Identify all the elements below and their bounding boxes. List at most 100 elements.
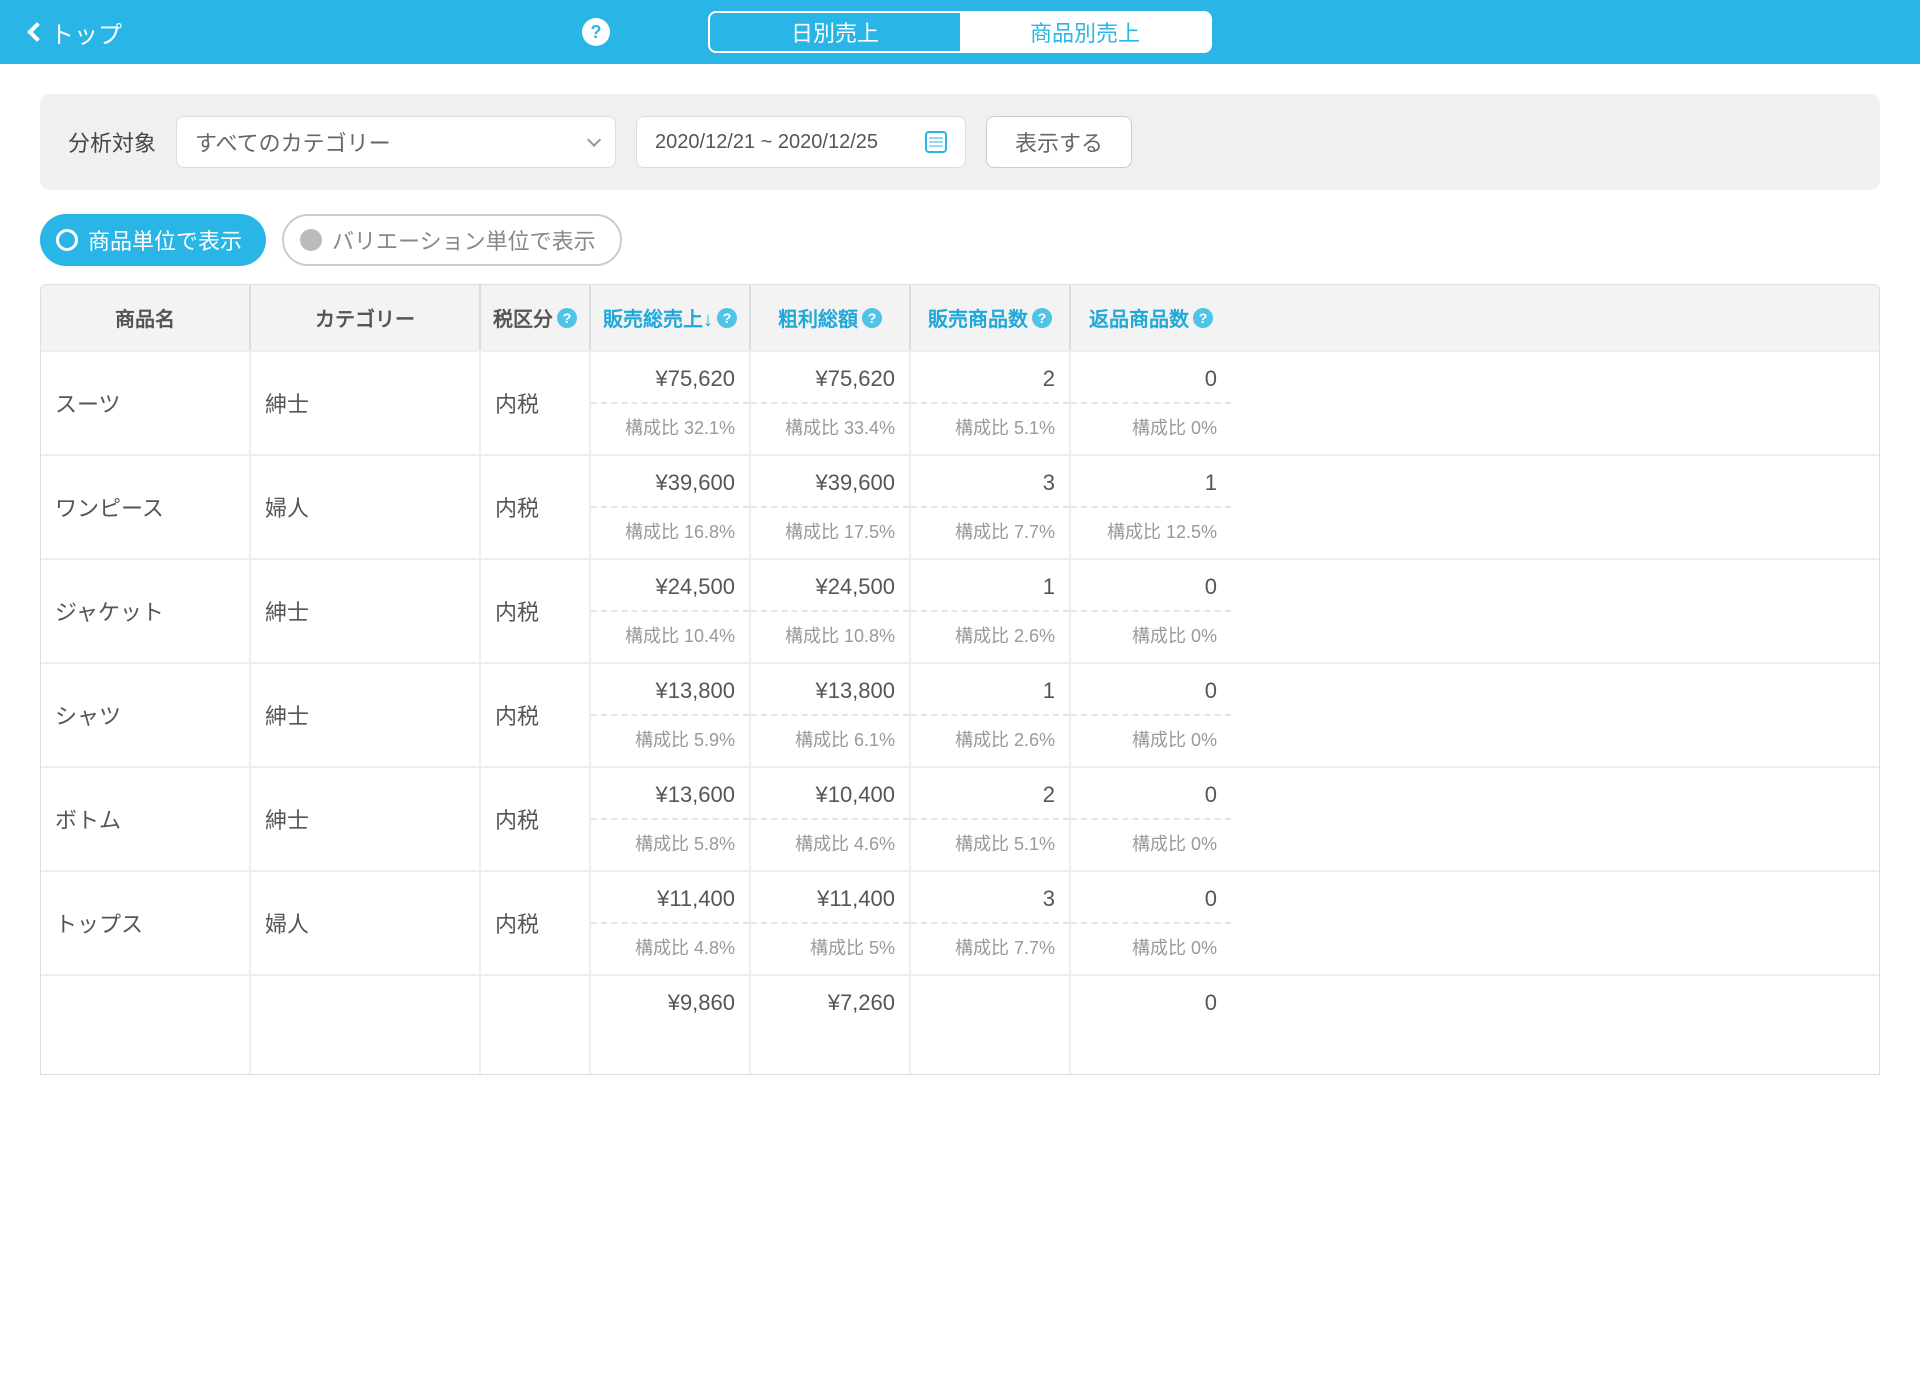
metric-ratio: 構成比 5.1% xyxy=(911,402,1069,454)
table-cell: ¥13,600構成比 5.8% xyxy=(591,768,751,870)
col-return-qty[interactable]: 返品商品数 ? xyxy=(1071,285,1231,350)
metric-ratio: 構成比 33.4% xyxy=(751,402,909,454)
table-cell: 内税 xyxy=(481,872,591,974)
metric-ratio: 構成比 12.5% xyxy=(1071,506,1231,558)
table-cell: ジャケット xyxy=(41,560,251,662)
sales-table: 商品名 カテゴリー 税区分 ? 販売総売上↓ ? 粗利総額 ? 販売商品数 ? … xyxy=(40,284,1880,1075)
table-cell xyxy=(41,976,251,1074)
table-cell: 1構成比 2.6% xyxy=(911,664,1071,766)
table-cell: 0構成比 0% xyxy=(1071,872,1231,974)
filter-label: 分析対象 xyxy=(68,126,156,158)
metric-value: 0 xyxy=(1071,768,1231,818)
toggle-by-product[interactable]: 商品単位で表示 xyxy=(40,214,266,266)
table-cell: 2構成比 5.1% xyxy=(911,768,1071,870)
col-total-sales[interactable]: 販売総売上↓ ? xyxy=(591,285,751,350)
help-icon[interactable]: ? xyxy=(582,18,610,46)
metric-value: ¥7,260 xyxy=(751,976,909,1026)
metric-value: ¥24,500 xyxy=(591,560,749,610)
date-range-value: 2020/12/21 ~ 2020/12/25 xyxy=(655,131,878,154)
table-cell: 3構成比 7.7% xyxy=(911,456,1071,558)
metric-value: ¥11,400 xyxy=(591,872,749,922)
table-cell: 0構成比 0% xyxy=(1071,352,1231,454)
table-cell: ¥7,260 xyxy=(751,976,911,1074)
help-icon[interactable]: ? xyxy=(1193,308,1213,328)
table-cell: 内税 xyxy=(481,768,591,870)
metric-ratio: 構成比 5.9% xyxy=(591,714,749,766)
back-button[interactable]: トップ xyxy=(30,15,122,50)
metric-value: ¥75,620 xyxy=(591,352,749,402)
metric-value: 0 xyxy=(1071,872,1231,922)
help-icon[interactable]: ? xyxy=(557,308,577,328)
col-gross-profit[interactable]: 粗利総額 ? xyxy=(751,285,911,350)
table-cell: 紳士 xyxy=(251,768,481,870)
table-cell: ¥11,400構成比 4.8% xyxy=(591,872,751,974)
table-cell: ¥39,600構成比 16.8% xyxy=(591,456,751,558)
metric-ratio: 構成比 0% xyxy=(1071,610,1231,662)
metric-value: ¥39,600 xyxy=(591,456,749,506)
table-cell: 0構成比 0% xyxy=(1071,664,1231,766)
metric-value: 0 xyxy=(1071,976,1231,1026)
metric-ratio: 構成比 4.8% xyxy=(591,922,749,974)
table-body: スーツ紳士内税¥75,620構成比 32.1%¥75,620構成比 33.4%2… xyxy=(41,350,1879,1074)
help-icon[interactable]: ? xyxy=(862,308,882,328)
table-row: ワンピース婦人内税¥39,600構成比 16.8%¥39,600構成比 17.5… xyxy=(41,454,1879,558)
table-cell: ワンピース xyxy=(41,456,251,558)
metric-ratio: 構成比 6.1% xyxy=(751,714,909,766)
toggle-by-variation-label: バリエーション単位で表示 xyxy=(332,224,596,256)
metric-value xyxy=(911,976,1069,1000)
metric-ratio: 構成比 0% xyxy=(1071,714,1231,766)
metric-ratio: 構成比 5.8% xyxy=(591,818,749,870)
metric-ratio: 構成比 4.6% xyxy=(751,818,909,870)
table-cell: 0構成比 0% xyxy=(1071,560,1231,662)
table-cell: 内税 xyxy=(481,456,591,558)
table-cell: 婦人 xyxy=(251,872,481,974)
help-icon[interactable]: ? xyxy=(1032,308,1052,328)
back-label: トップ xyxy=(50,15,122,50)
metric-value: 0 xyxy=(1071,560,1231,610)
metric-value: ¥75,620 xyxy=(751,352,909,402)
table-cell: 0構成比 0% xyxy=(1071,768,1231,870)
table-cell: ¥13,800構成比 5.9% xyxy=(591,664,751,766)
radio-selected-icon xyxy=(56,229,78,251)
tab-product-sales[interactable]: 商品別売上 xyxy=(960,13,1210,51)
table-cell xyxy=(911,976,1071,1074)
table-cell: ボトム xyxy=(41,768,251,870)
metric-value: 0 xyxy=(1071,352,1231,402)
metric-value: ¥13,600 xyxy=(591,768,749,818)
display-unit-toggle: 商品単位で表示 バリエーション単位で表示 xyxy=(40,214,1880,266)
category-selected-value: すべてのカテゴリー xyxy=(195,126,391,158)
header-bar: トップ 日別売上 商品別売上 ? xyxy=(0,0,1920,64)
metric-value: ¥13,800 xyxy=(751,664,909,714)
date-range-picker[interactable]: 2020/12/21 ~ 2020/12/25 xyxy=(636,116,966,168)
col-product-name: 商品名 xyxy=(41,285,251,350)
col-sold-qty[interactable]: 販売商品数 ? xyxy=(911,285,1071,350)
metric-value: 3 xyxy=(911,872,1069,922)
table-cell: ¥39,600構成比 17.5% xyxy=(751,456,911,558)
help-icon[interactable]: ? xyxy=(717,308,737,328)
radio-unselected-icon xyxy=(300,229,322,251)
table-row: ジャケット紳士内税¥24,500構成比 10.4%¥24,500構成比 10.8… xyxy=(41,558,1879,662)
metric-ratio: 構成比 2.6% xyxy=(911,610,1069,662)
table-cell: 0 xyxy=(1071,976,1231,1074)
table-cell: スーツ xyxy=(41,352,251,454)
table-cell: 紳士 xyxy=(251,560,481,662)
toggle-by-variation[interactable]: バリエーション単位で表示 xyxy=(282,214,622,266)
metric-value: 3 xyxy=(911,456,1069,506)
table-cell: ¥24,500構成比 10.8% xyxy=(751,560,911,662)
metric-value: ¥13,800 xyxy=(591,664,749,714)
metric-ratio: 構成比 17.5% xyxy=(751,506,909,558)
table-cell: 1構成比 12.5% xyxy=(1071,456,1231,558)
category-select[interactable]: すべてのカテゴリー xyxy=(176,116,616,168)
table-cell: 内税 xyxy=(481,560,591,662)
table-cell: 1構成比 2.6% xyxy=(911,560,1071,662)
metric-value: 2 xyxy=(911,768,1069,818)
metric-ratio: 構成比 5.1% xyxy=(911,818,1069,870)
table-row: トップス婦人内税¥11,400構成比 4.8%¥11,400構成比 5%3構成比… xyxy=(41,870,1879,974)
metric-value: 1 xyxy=(911,560,1069,610)
metric-ratio: 構成比 10.4% xyxy=(591,610,749,662)
table-cell: 3構成比 7.7% xyxy=(911,872,1071,974)
table-cell: 内税 xyxy=(481,352,591,454)
col-category: カテゴリー xyxy=(251,285,481,350)
show-button[interactable]: 表示する xyxy=(986,116,1132,168)
tab-daily-sales[interactable]: 日別売上 xyxy=(710,13,960,51)
